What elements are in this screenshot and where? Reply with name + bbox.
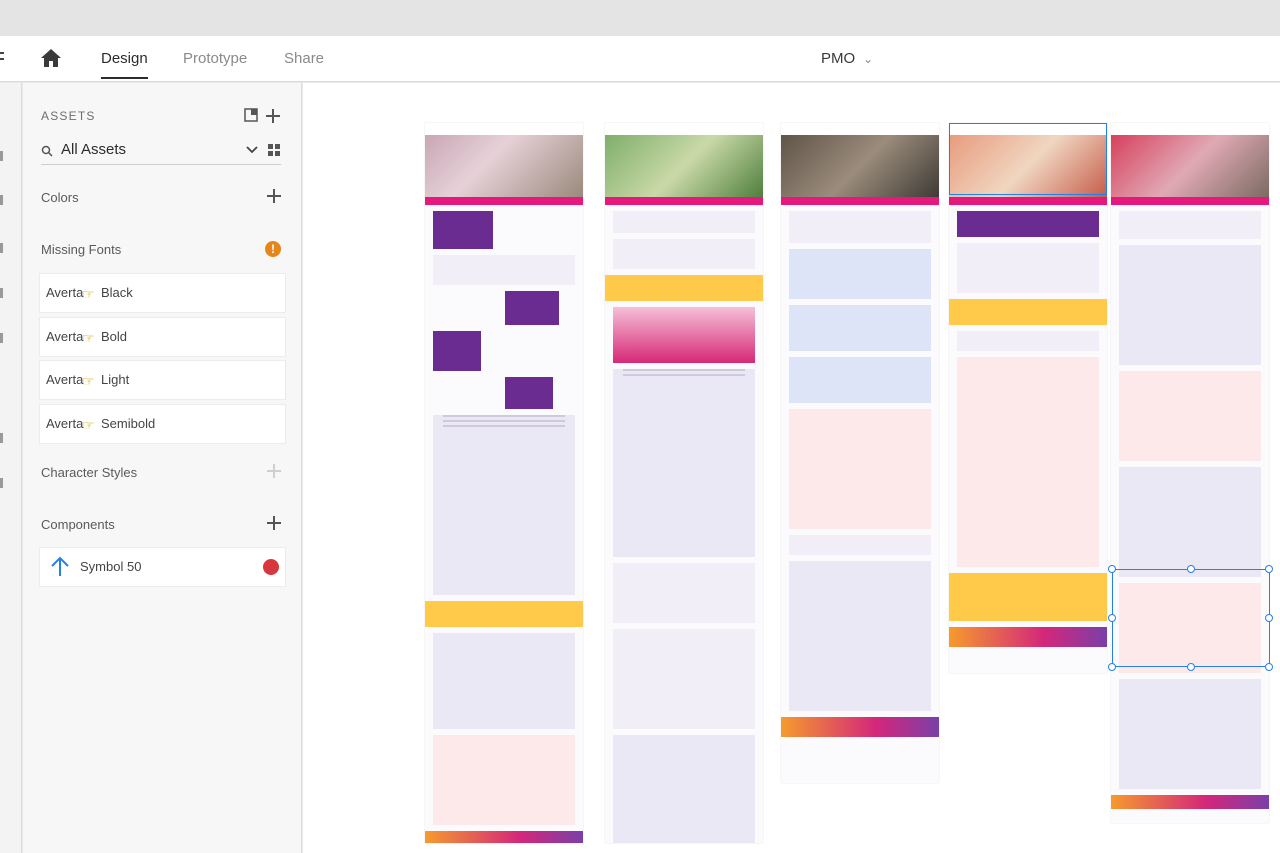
artboard-4[interactable] bbox=[949, 123, 1107, 673]
resize-handle[interactable] bbox=[1265, 663, 1273, 671]
broken-link-icon[interactable] bbox=[263, 559, 279, 575]
resize-handle[interactable] bbox=[1265, 565, 1273, 573]
text-tool-icon[interactable] bbox=[0, 243, 3, 253]
resize-handle[interactable] bbox=[1265, 614, 1273, 622]
hamburger-menu-icon[interactable] bbox=[0, 52, 4, 66]
chevron-down-icon: ⌄ bbox=[863, 52, 874, 66]
font-style: Semibold bbox=[101, 416, 156, 431]
select-tool-icon[interactable] bbox=[0, 151, 3, 161]
grid-view-icon[interactable] bbox=[268, 143, 284, 159]
pointing-hand-icon: ☞ bbox=[82, 286, 95, 302]
font-style: Bold bbox=[101, 329, 128, 344]
tool-rail bbox=[0, 83, 22, 853]
resize-handle[interactable] bbox=[1108, 663, 1116, 671]
add-character-style-button[interactable] bbox=[267, 464, 281, 478]
chevron-down-icon bbox=[246, 146, 258, 154]
document-title-dropdown[interactable]: PMO ⌄ bbox=[821, 50, 873, 67]
missing-fonts-section-label: Missing Fonts bbox=[41, 242, 122, 257]
hero-image bbox=[781, 135, 939, 197]
pointing-hand-icon: ☞ bbox=[82, 417, 95, 433]
font-row-averta-light[interactable]: Averta ☞ Light bbox=[39, 360, 286, 400]
character-styles-section-label: Character Styles bbox=[41, 465, 138, 480]
tab-prototype[interactable]: Prototype bbox=[183, 50, 247, 67]
font-row-averta-black[interactable]: Averta ☞ Black bbox=[39, 273, 286, 313]
tab-design[interactable]: Design bbox=[101, 50, 148, 79]
document-title: PMO bbox=[821, 50, 856, 67]
add-component-button[interactable] bbox=[267, 516, 281, 530]
pen-tool-icon[interactable] bbox=[0, 288, 3, 298]
line-tool-icon[interactable] bbox=[0, 333, 3, 343]
hover-outline bbox=[949, 123, 1107, 195]
hero-image bbox=[425, 135, 583, 197]
arrow-up-icon bbox=[51, 556, 69, 576]
zoom-tool-icon[interactable] bbox=[0, 478, 3, 488]
component-label: Symbol 50 bbox=[80, 559, 142, 574]
app-topbar: Design Prototype Share PMO ⌄ bbox=[0, 36, 1280, 82]
pointing-hand-icon: ☞ bbox=[82, 373, 95, 389]
artboard-1[interactable] bbox=[425, 123, 583, 843]
pointing-hand-icon: ☞ bbox=[82, 330, 95, 346]
rectangle-tool-icon[interactable] bbox=[0, 195, 3, 205]
font-family: Averta bbox=[46, 285, 84, 300]
colors-section-label: Colors bbox=[41, 190, 79, 205]
artboard-3[interactable] bbox=[781, 123, 939, 783]
components-section-label: Components bbox=[41, 517, 115, 532]
search-icon bbox=[41, 145, 53, 157]
font-style: Light bbox=[101, 372, 130, 387]
window-titlebar bbox=[0, 0, 1280, 36]
component-symbol-50[interactable]: Symbol 50 bbox=[39, 547, 286, 587]
font-family: Averta bbox=[46, 372, 84, 387]
artboard-5[interactable] bbox=[1111, 123, 1269, 823]
open-library-icon[interactable] bbox=[244, 108, 260, 124]
tab-share[interactable]: Share bbox=[284, 50, 324, 67]
font-style: Black bbox=[101, 285, 133, 300]
selection-box[interactable] bbox=[1112, 569, 1270, 667]
resize-handle[interactable] bbox=[1187, 565, 1195, 573]
resize-handle[interactable] bbox=[1108, 614, 1116, 622]
add-asset-button[interactable] bbox=[266, 109, 280, 123]
font-family: Averta bbox=[46, 416, 84, 431]
warning-icon[interactable]: ! bbox=[265, 241, 281, 257]
artboard-tool-icon[interactable] bbox=[0, 433, 3, 443]
font-family: Averta bbox=[46, 329, 84, 344]
design-canvas[interactable] bbox=[303, 83, 1280, 853]
hero-image bbox=[1111, 135, 1269, 197]
resize-handle[interactable] bbox=[1108, 565, 1116, 573]
home-icon[interactable] bbox=[40, 48, 64, 70]
hero-image bbox=[605, 135, 763, 197]
font-row-averta-bold[interactable]: Averta ☞ Bold bbox=[39, 317, 286, 357]
assets-panel: ASSETS All Assets Colors Missing Fonts !… bbox=[23, 83, 302, 853]
assets-filter-label: All Assets bbox=[61, 141, 127, 158]
assets-panel-title: ASSETS bbox=[41, 109, 96, 123]
font-row-averta-semibold[interactable]: Averta ☞ Semibold bbox=[39, 404, 286, 444]
resize-handle[interactable] bbox=[1187, 663, 1195, 671]
assets-filter-dropdown[interactable]: All Assets bbox=[41, 139, 281, 165]
artboard-2[interactable] bbox=[605, 123, 763, 843]
add-color-button[interactable] bbox=[267, 189, 281, 203]
